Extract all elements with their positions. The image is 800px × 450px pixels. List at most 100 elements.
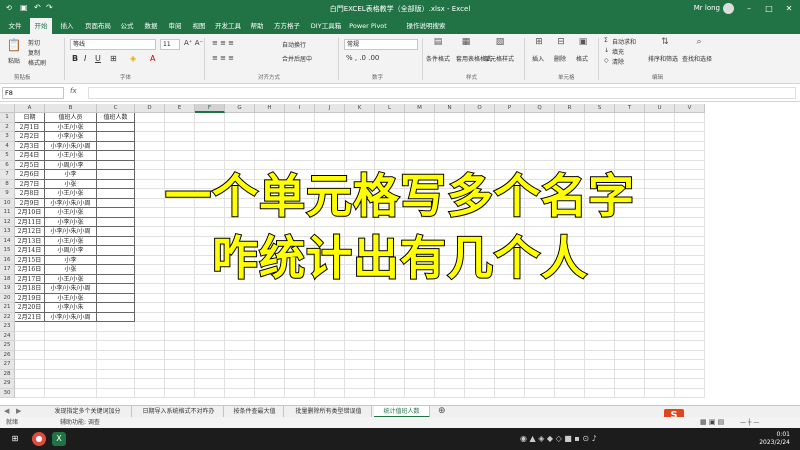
cell[interactable] — [195, 350, 225, 360]
row-header[interactable]: 3 — [0, 132, 15, 142]
cell[interactable] — [375, 113, 405, 123]
tab-diy[interactable]: DIY工具箱 — [308, 18, 344, 34]
cell[interactable] — [165, 132, 195, 142]
cell[interactable] — [345, 122, 375, 132]
cell[interactable] — [675, 331, 705, 341]
cell[interactable] — [585, 113, 615, 123]
cell[interactable] — [285, 312, 315, 322]
cell[interactable] — [315, 322, 345, 332]
cell[interactable] — [135, 312, 165, 322]
cell[interactable] — [645, 132, 675, 142]
column-header-v[interactable]: V — [675, 104, 705, 113]
cell[interactable] — [45, 388, 97, 398]
column-header-j[interactable]: J — [315, 104, 345, 113]
cell[interactable] — [285, 388, 315, 398]
align-left-icon[interactable]: ≡ ≡ ≡ — [212, 54, 234, 62]
cell[interactable] — [615, 331, 645, 341]
find-icon[interactable]: ⌕ — [690, 37, 708, 47]
cell[interactable] — [435, 303, 465, 313]
column-header-i[interactable]: I — [285, 104, 315, 113]
tab-power-pivot[interactable]: Power Pivot — [348, 18, 388, 34]
row-header[interactable]: 30 — [0, 388, 15, 398]
cell[interactable] — [675, 388, 705, 398]
zoom-slider[interactable]: — ┼ — — [740, 417, 759, 428]
column-header-h[interactable]: H — [255, 104, 285, 113]
cell[interactable] — [585, 341, 615, 351]
sort-filter-button[interactable]: 排序和筛选 — [648, 54, 678, 63]
cell[interactable] — [97, 331, 135, 341]
cell[interactable] — [375, 369, 405, 379]
date-cell[interactable]: 2月1日 — [15, 122, 45, 132]
row-header[interactable]: 29 — [0, 379, 15, 389]
user-name[interactable]: Mr long — [694, 4, 720, 12]
cell[interactable] — [465, 379, 495, 389]
tab-page-layout[interactable]: 页面布局 — [82, 18, 114, 34]
staff-cell[interactable]: 小李/小张 — [45, 132, 97, 142]
cell[interactable] — [195, 303, 225, 313]
cell[interactable] — [585, 360, 615, 370]
cell[interactable] — [285, 350, 315, 360]
cell[interactable] — [465, 132, 495, 142]
cell[interactable] — [555, 303, 585, 313]
cell[interactable] — [195, 293, 225, 303]
cell[interactable] — [97, 293, 135, 303]
column-header-b[interactable]: B — [45, 104, 97, 113]
cell[interactable] — [525, 331, 555, 341]
cell[interactable] — [435, 141, 465, 151]
cell[interactable] — [405, 331, 435, 341]
cell[interactable] — [435, 360, 465, 370]
cell[interactable] — [165, 388, 195, 398]
cell[interactable] — [97, 303, 135, 313]
cell[interactable] — [255, 132, 285, 142]
cell[interactable] — [465, 303, 495, 313]
cell[interactable] — [135, 369, 165, 379]
cell[interactable] — [195, 141, 225, 151]
cell[interactable] — [195, 369, 225, 379]
cell[interactable] — [225, 293, 255, 303]
cell[interactable] — [525, 350, 555, 360]
cell[interactable] — [525, 303, 555, 313]
cell[interactable] — [465, 293, 495, 303]
accessibility-status[interactable]: 辅助功能: 调查 — [60, 417, 100, 428]
cell[interactable] — [675, 293, 705, 303]
cell[interactable] — [465, 312, 495, 322]
cell[interactable] — [97, 132, 135, 142]
cell[interactable] — [285, 369, 315, 379]
row-header[interactable]: 20 — [0, 293, 15, 303]
cell[interactable] — [405, 122, 435, 132]
cell[interactable] — [675, 322, 705, 332]
cell[interactable] — [15, 360, 45, 370]
cell[interactable] — [97, 360, 135, 370]
cell[interactable] — [345, 293, 375, 303]
cell[interactable] — [645, 141, 675, 151]
cell[interactable] — [45, 331, 97, 341]
cell[interactable] — [285, 122, 315, 132]
cell[interactable] — [405, 360, 435, 370]
number-format-select[interactable]: 常规 — [344, 39, 418, 50]
table-header-cell[interactable]: 值班人员 — [45, 113, 97, 123]
cell[interactable] — [645, 122, 675, 132]
table-format-icon[interactable]: ▦ — [456, 37, 476, 47]
cell[interactable] — [195, 360, 225, 370]
cell[interactable] — [165, 341, 195, 351]
cell[interactable] — [225, 341, 255, 351]
cell[interactable] — [375, 293, 405, 303]
cell[interactable] — [525, 293, 555, 303]
cell[interactable] — [465, 322, 495, 332]
cell[interactable] — [195, 331, 225, 341]
cell[interactable] — [45, 360, 97, 370]
date-cell[interactable]: 2月3日 — [15, 141, 45, 151]
row-header[interactable]: 1 — [0, 113, 15, 123]
cell[interactable] — [315, 360, 345, 370]
cell[interactable] — [135, 341, 165, 351]
cell[interactable] — [465, 388, 495, 398]
cell[interactable] — [315, 293, 345, 303]
cell[interactable] — [135, 293, 165, 303]
cell[interactable] — [405, 322, 435, 332]
cell[interactable] — [315, 341, 345, 351]
cell[interactable] — [615, 369, 645, 379]
cell[interactable] — [435, 293, 465, 303]
cell[interactable] — [45, 341, 97, 351]
cell[interactable] — [255, 341, 285, 351]
column-header-q[interactable]: Q — [525, 104, 555, 113]
